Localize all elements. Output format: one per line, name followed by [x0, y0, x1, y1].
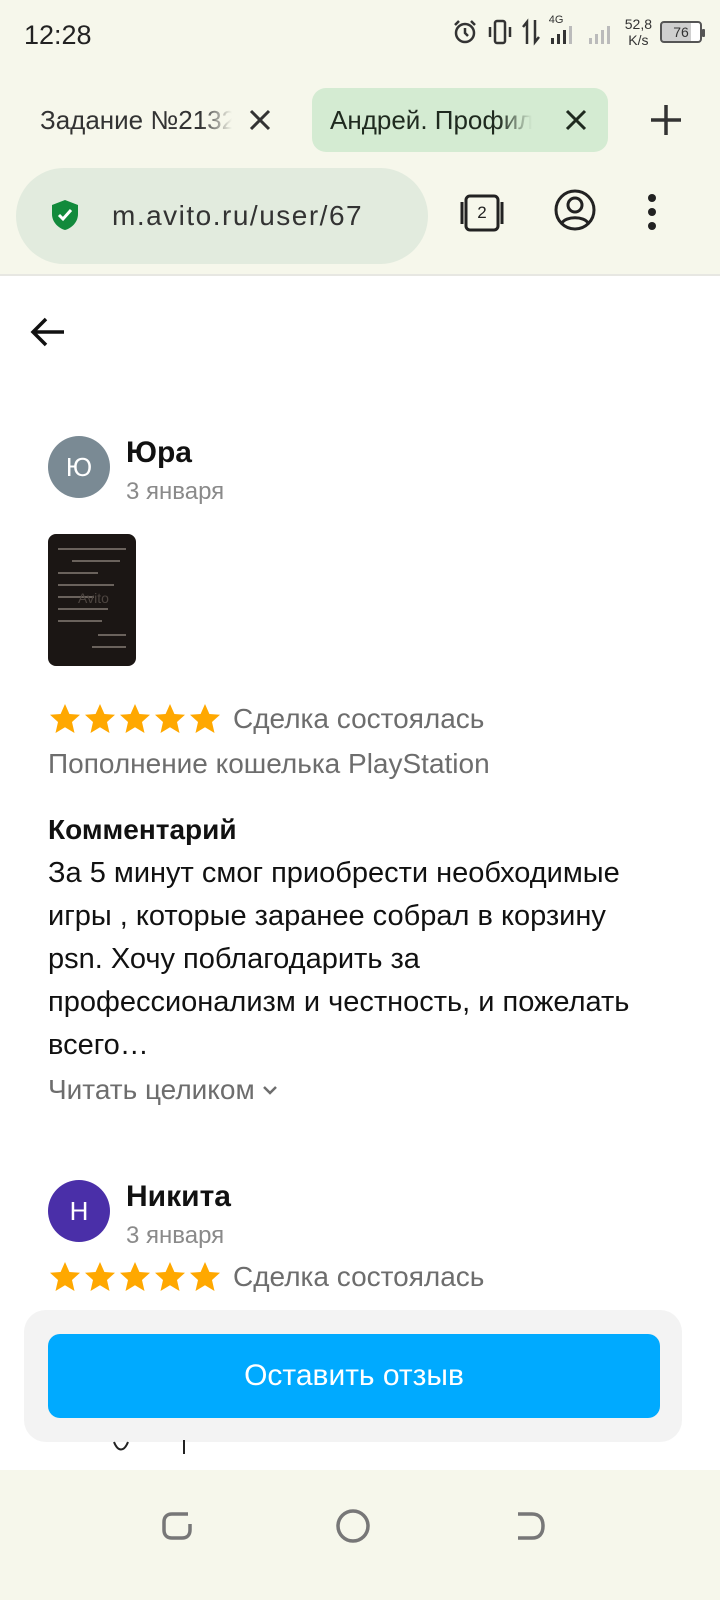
recents-icon[interactable] [158, 1506, 198, 1546]
back-arrow-icon[interactable] [28, 312, 68, 352]
home-icon[interactable] [333, 1506, 373, 1546]
back-nav-icon[interactable] [510, 1506, 550, 1546]
review-card: Ю Юра 3 января Avito Сделка состоялась П… [48, 436, 688, 1116]
close-icon[interactable] [242, 102, 278, 138]
bottom-action-sheet: Оставить отзыв [24, 1310, 682, 1442]
star-icon [190, 704, 220, 733]
item-title: Пополнение кошелька PlayStation [48, 748, 490, 779]
star-icon [190, 1262, 220, 1291]
signal-icon: 4G [549, 14, 579, 46]
tab-title: Андрей. Профиль [330, 104, 532, 135]
tab-strip: Задание №2132 Андрей. Профиль [0, 76, 720, 164]
avatar: Ю [48, 436, 110, 498]
status-icons: 4G 52,8 K/s 76 [451, 14, 705, 48]
data-transfer-icon [521, 18, 540, 46]
rating-row: Сделка состоялась [48, 1260, 484, 1294]
avatar: Н [48, 1180, 110, 1242]
chevron-down-icon [262, 1086, 277, 1095]
tab-profile[interactable]: Андрей. Профиль [312, 88, 608, 152]
comment-text: За 5 минут смог приобрести необходимые и… [48, 857, 630, 1061]
star-icon [85, 1262, 115, 1291]
signal-icon-2 [588, 26, 610, 44]
star-icon [155, 704, 185, 733]
status-bar: 12:28 4G 52,8 K/s 76 [0, 0, 720, 76]
star-icon [155, 1262, 185, 1291]
address-bar[interactable]: m.avito.ru/user/67 [16, 168, 428, 264]
clipped-text-fragment [113, 1440, 185, 1454]
network-speed: 52,8 K/s [624, 16, 652, 48]
alarm-icon [453, 20, 476, 44]
toolbar: m.avito.ru/user/67 2 [0, 164, 720, 276]
star-icon [120, 1262, 150, 1291]
star-icon [50, 704, 80, 733]
status-time: 12:28 [24, 20, 92, 50]
review-date: 3 января [126, 478, 225, 505]
reviewer-name: Никита [126, 1180, 231, 1213]
shield-icon [52, 200, 78, 230]
url-text: m.avito.ru/user/67 [112, 200, 364, 231]
comment-heading: Комментарий [48, 814, 237, 845]
system-nav-bar [0, 1470, 720, 1600]
close-icon[interactable] [558, 102, 594, 138]
deal-status: Сделка состоялась [233, 1261, 485, 1292]
plus-icon[interactable] [646, 100, 686, 140]
star-icon [120, 704, 150, 733]
review-date: 3 января [126, 1222, 225, 1249]
review-card: Н Никита 3 января Сделка состоялась [48, 1180, 688, 1300]
battery-icon: 76 [660, 21, 705, 43]
tab-switcher-button[interactable]: 2 [458, 190, 506, 236]
rating-row: Сделка состоялась [48, 702, 484, 736]
tab-task[interactable]: Задание №2132 [22, 88, 292, 152]
deal-status: Сделка состоялась [233, 703, 485, 734]
tab-count: 2 [477, 203, 487, 222]
leave-review-button[interactable]: Оставить отзыв [48, 1334, 660, 1418]
reviewer-name: Юра [126, 436, 192, 469]
star-icon [50, 1262, 80, 1291]
read-more-link[interactable]: Читать целиком [48, 1074, 281, 1106]
vibrate-icon [488, 19, 511, 45]
photo-watermark: Avito [78, 590, 109, 606]
review-photo[interactable]: Avito [48, 534, 136, 666]
star-icon [85, 704, 115, 733]
tab-title: Задание №2132 [40, 104, 232, 135]
more-vert-icon[interactable] [644, 190, 660, 234]
account-icon[interactable] [553, 188, 597, 232]
